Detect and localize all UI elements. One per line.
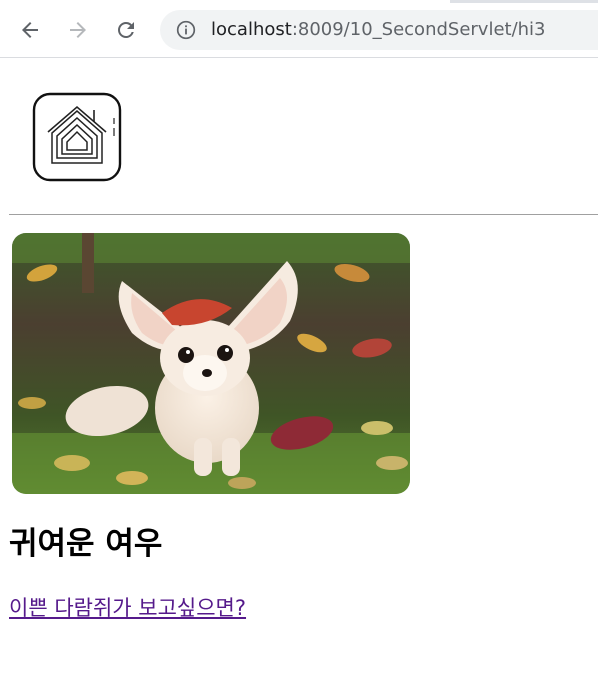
- url-path: :8009/10_SecondServlet/hi3: [291, 19, 546, 40]
- page-heading: 귀여운 여우: [9, 526, 163, 562]
- browser-toolbar: localhost:8009/10_SecondServlet/hi3: [0, 0, 598, 58]
- tab-strip: [0, 0, 598, 3]
- info-icon[interactable]: [176, 20, 196, 40]
- page-content: 귀여운 여우 이쁜 다람쥐가 보고싶으면?: [0, 58, 598, 679]
- forward-button[interactable]: [62, 14, 94, 46]
- horizontal-rule: [9, 214, 598, 215]
- back-button[interactable]: [14, 14, 46, 46]
- url-host: localhost: [211, 19, 292, 40]
- reload-icon: [118, 22, 134, 38]
- squirrel-link[interactable]: 이쁜 다람쥐가 보고싶으면?: [9, 594, 246, 622]
- fennec-fox-photo: [12, 233, 410, 494]
- reload-button[interactable]: [110, 14, 142, 46]
- home-logo-icon: [32, 92, 122, 182]
- arrow-left-icon: [22, 22, 38, 38]
- arrow-right-icon: [70, 22, 86, 38]
- address-bar[interactable]: localhost:8009/10_SecondServlet/hi3: [160, 10, 598, 50]
- url-text[interactable]: localhost:8009/10_SecondServlet/hi3: [211, 19, 546, 41]
